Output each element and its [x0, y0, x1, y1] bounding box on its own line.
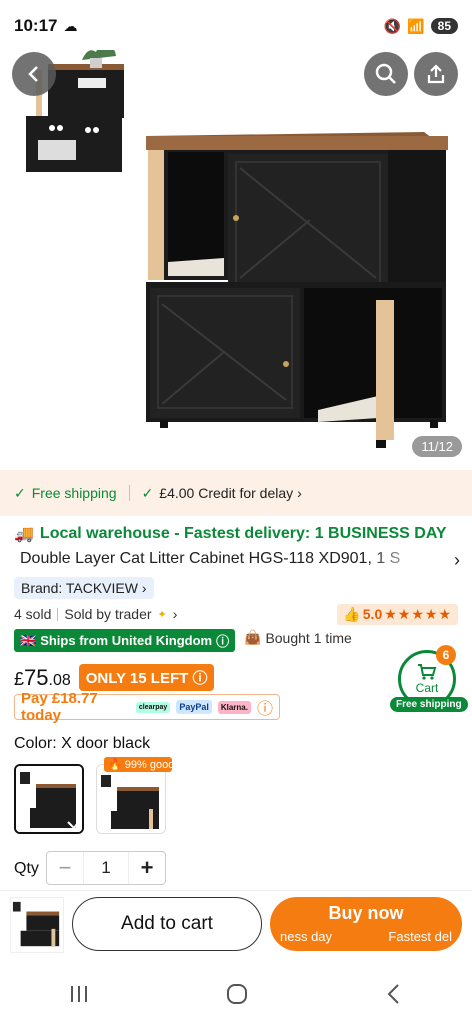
qty-label: Qty — [14, 860, 39, 877]
local-warehouse-label: 🚚 Local warehouse - Fastest delivery: 1 … — [14, 524, 447, 544]
mute-icon: 🔇 — [383, 17, 402, 34]
free-shipping-text: Free shipping — [31, 485, 117, 501]
variant-rating-badge: 🔥 99% good — [104, 757, 172, 772]
wifi-icon: 📶 — [407, 17, 425, 34]
home-icon[interactable] — [225, 982, 249, 1006]
product-image-gallery[interactable]: 11/12 — [0, 0, 472, 470]
ships-from-text: Ships from United Kingdom — [40, 633, 213, 648]
seller-badge-icon: ✦ — [157, 608, 167, 621]
klarna-logo: Klarna. — [217, 700, 251, 714]
quantity-stepper[interactable]: − 1 + — [46, 851, 166, 885]
rating-badge[interactable]: 👍 5.0 ★★★★★ — [337, 604, 458, 625]
divider — [57, 607, 59, 621]
stock-badge: ONLY 15 LEFT ⓘ — [78, 664, 215, 691]
warehouse-text: Local warehouse - Fastest delivery: 1 BU… — [39, 525, 447, 542]
battery-indicator: 85 — [430, 18, 458, 34]
pay-today-text: Pay £18.77 today — [21, 690, 98, 724]
chevron-right-icon: › — [172, 606, 178, 622]
back-nav-icon[interactable] — [384, 983, 404, 1005]
price: £75.08 — [14, 665, 71, 691]
status-icons: 🔇 📶 85 — [384, 18, 458, 35]
rating-value: 5.0 — [362, 606, 383, 622]
thumbs-up-icon: 👍 — [343, 606, 361, 622]
check-icon: ✓ — [141, 484, 154, 501]
stock-text: ONLY 15 LEFT — [85, 670, 189, 687]
recent-apps-icon[interactable] — [68, 984, 90, 1004]
chevron-right-icon: › — [297, 485, 302, 501]
color-swatch-x-door-black[interactable] — [14, 764, 84, 834]
cart-icon — [418, 664, 437, 680]
buy-now-label: Buy now — [328, 903, 404, 923]
image-counter: 11/12 — [412, 436, 462, 457]
purchase-bar: Add to cart Buy now ness day Fastest del — [0, 890, 472, 964]
color-label: Color: X door black — [14, 735, 151, 752]
pay-later-info[interactable]: Pay £18.77 today clearpay PayPal Klarna.… — [14, 690, 280, 724]
flame-icon: 🔥 — [108, 759, 122, 771]
status-time: 10:17 — [14, 16, 58, 35]
selected-variant-thumbnail — [10, 897, 64, 953]
chevron-right-icon: › — [454, 550, 460, 570]
share-icon — [427, 64, 445, 84]
buy-now-button[interactable]: Buy now ness day Fastest del — [270, 897, 462, 951]
star-rating-icon: ★★★★★ — [384, 606, 452, 622]
price-integer: 75 — [24, 664, 49, 690]
price-decimal: .08 — [48, 671, 71, 689]
brand-tag[interactable]: Brand: TACKVIEW › — [14, 577, 154, 599]
share-button[interactable] — [414, 52, 458, 96]
truck-icon: 🚚 — [14, 526, 34, 543]
bought-text: Bought 1 time — [265, 629, 352, 646]
product-title-row[interactable]: Double Layer Cat Litter Cabinet HGS-118 … — [20, 550, 460, 571]
delay-credit-text: £4.00 Credit for delay — [159, 485, 294, 501]
cloud-icon: ☁ — [63, 17, 78, 34]
bought-info: 👜 Bought 1 time — [244, 629, 352, 646]
qty-value[interactable]: 1 — [83, 852, 129, 884]
sales-info: 4 sold Sold by trader ✦ › — [14, 606, 177, 622]
back-button[interactable] — [12, 52, 56, 96]
cart-count-badge: 6 — [436, 645, 456, 665]
chevron-right-icon: › — [141, 580, 147, 596]
swatch-image — [16, 766, 82, 832]
shipping-banner[interactable]: ✓ Free shipping ✓ £4.00 Credit for delay… — [0, 470, 472, 516]
product-title: Double Layer Cat Litter Cabinet HGS-118 … — [20, 550, 401, 567]
search-button[interactable] — [364, 52, 408, 96]
search-icon — [375, 63, 396, 84]
buy-now-ticker: ness day Fastest del — [270, 929, 462, 944]
sold-count: 4 sold — [14, 606, 52, 622]
status-bar: 10:17 ☁ 🔇 📶 85 — [0, 0, 472, 52]
add-to-cart-button[interactable]: Add to cart — [72, 897, 262, 951]
color-swatch-alt[interactable] — [96, 764, 166, 834]
ships-from-badge[interactable]: 🇬🇧 Ships from United Kingdom ⓘ — [14, 629, 236, 652]
system-nav-bar — [0, 964, 472, 1024]
price-row: £75.08 ONLY 15 LEFT ⓘ — [14, 664, 215, 691]
price-currency: £ — [14, 668, 25, 689]
clearpay-logo: clearpay — [135, 701, 171, 713]
help-circle-icon: ⓘ — [256, 701, 273, 718]
ticker-text-left: ness day — [280, 929, 333, 944]
paypal-logo: PayPal — [176, 700, 212, 714]
ticker-text-right: Fastest del — [388, 929, 452, 944]
divider — [128, 485, 130, 501]
seller-link[interactable]: Sold by trader — [64, 606, 151, 622]
chevron-left-icon — [28, 66, 38, 82]
qty-increment-button[interactable]: + — [129, 855, 165, 881]
uk-flag-icon: 🇬🇧 — [20, 632, 37, 648]
bag-icon: 👜 — [244, 629, 262, 645]
help-circle-icon: ⓘ — [192, 670, 208, 687]
variant-badge-text: 99% good — [124, 759, 172, 771]
cart-free-shipping-pill: Free shipping — [390, 697, 468, 712]
qty-decrement-button[interactable]: − — [47, 855, 83, 881]
swatch-image — [97, 765, 165, 833]
cart-label: Cart — [415, 681, 439, 695]
brand-text: Brand: TACKVIEW — [21, 580, 138, 596]
check-icon: ✓ — [14, 484, 26, 501]
help-circle-icon: ⓘ — [216, 634, 230, 649]
